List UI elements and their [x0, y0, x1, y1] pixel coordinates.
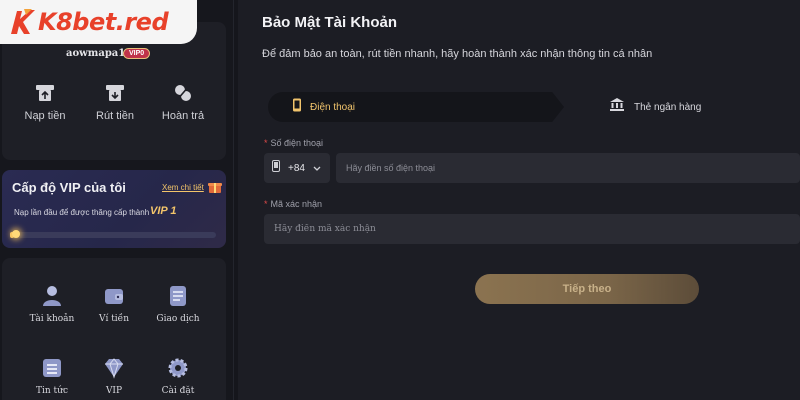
rebate-icon — [173, 84, 193, 102]
transactions-icon — [167, 284, 189, 308]
menu-item-label: VIP — [105, 386, 123, 396]
gift-icon — [208, 180, 222, 194]
withdraw-icon — [105, 84, 125, 102]
tab-label: Điện thoại — [310, 101, 356, 113]
main-panel: Bảo Mật Tài Khoản Để đảm bảo an toàn, rú… — [238, 0, 800, 400]
vip-progress-indicator — [12, 230, 20, 238]
mobile-icon — [272, 159, 280, 177]
menu-item-transactions[interactable]: Giao dịch — [148, 284, 208, 324]
settings-icon — [167, 356, 189, 380]
logo-mark-icon — [8, 7, 36, 37]
menu-item-label: Cài đặt — [161, 386, 195, 396]
menu-item-label: Tin tức — [36, 386, 68, 396]
country-code-select[interactable]: +84 — [264, 153, 330, 183]
vip-diamond-icon — [103, 356, 125, 380]
vip-progress-bar — [10, 230, 216, 238]
menu-item-label: Giao dịch — [156, 314, 200, 324]
page-title: Bảo Mật Tài Khoản — [262, 14, 398, 31]
menu-item-label: Tài khoản — [29, 314, 75, 324]
bank-icon — [610, 98, 624, 116]
quick-action-label: Hoàn trả — [161, 110, 205, 122]
menu-item-wallet[interactable]: Ví tiền — [84, 284, 144, 324]
menu-item-vip[interactable]: VIP — [84, 356, 144, 396]
menu-item-label: Ví tiền — [98, 314, 130, 324]
phone-field-label: * Số điện thoại — [264, 138, 324, 148]
vip-badge: VIP0 — [123, 48, 151, 59]
next-button[interactable]: Tiếp theo — [475, 274, 699, 304]
country-code: +84 — [288, 162, 305, 174]
brand-logo[interactable]: K8bet.red — [0, 0, 197, 44]
tab-bank-card[interactable]: Thẻ ngân hàng — [610, 92, 701, 122]
news-icon — [41, 356, 63, 380]
menu-item-settings[interactable]: Cài đặt — [148, 356, 208, 396]
quick-action-label: Rút tiền — [96, 110, 134, 122]
sidebar: K8bet.red aowmapa1 VIP0 Nạp tiền Rút tiề… — [0, 0, 234, 400]
quick-action-deposit[interactable]: Nạp tiền — [10, 84, 80, 122]
logo-text: K8bet.red — [38, 8, 169, 36]
page-subtitle: Để đảm bảo an toàn, rút tiền nhanh, hãy … — [262, 48, 653, 60]
account-icon — [41, 284, 63, 308]
username: aowmapa1 — [66, 48, 126, 59]
vip-description: Nạp lần đầu để được thăng cấp thành — [14, 208, 150, 217]
menu-item-account[interactable]: Tài khoản — [22, 284, 82, 324]
verification-code-input[interactable] — [264, 214, 800, 244]
chevron-down-icon — [313, 159, 321, 177]
code-field-label: * Mã xác nhận — [264, 199, 323, 209]
quick-action-withdraw[interactable]: Rút tiền — [80, 84, 150, 122]
menu-item-news[interactable]: Tin tức — [22, 356, 82, 396]
verification-tabs: Điện thoại Thẻ ngân hàng — [268, 92, 800, 122]
vip-card: Cấp độ VIP của tôi Xem chi tiết Nạp lần … — [2, 170, 226, 248]
wallet-icon — [103, 284, 125, 308]
quick-action-label: Nạp tiền — [24, 110, 66, 122]
vip-title: Cấp độ VIP của tôi — [12, 180, 126, 195]
deposit-icon — [35, 84, 55, 102]
phone-input[interactable] — [336, 153, 800, 183]
phone-icon — [292, 98, 302, 117]
vip-next-level: VIP 1 — [150, 205, 177, 217]
tab-label: Thẻ ngân hàng — [634, 101, 702, 113]
menu-card: Tài khoản Ví tiền Giao dịch Tin tức VIP — [2, 258, 226, 400]
quick-action-rebate[interactable]: Hoàn trả — [148, 84, 218, 122]
vip-detail-link[interactable]: Xem chi tiết — [162, 183, 204, 192]
tab-phone[interactable]: Điện thoại — [268, 92, 564, 122]
